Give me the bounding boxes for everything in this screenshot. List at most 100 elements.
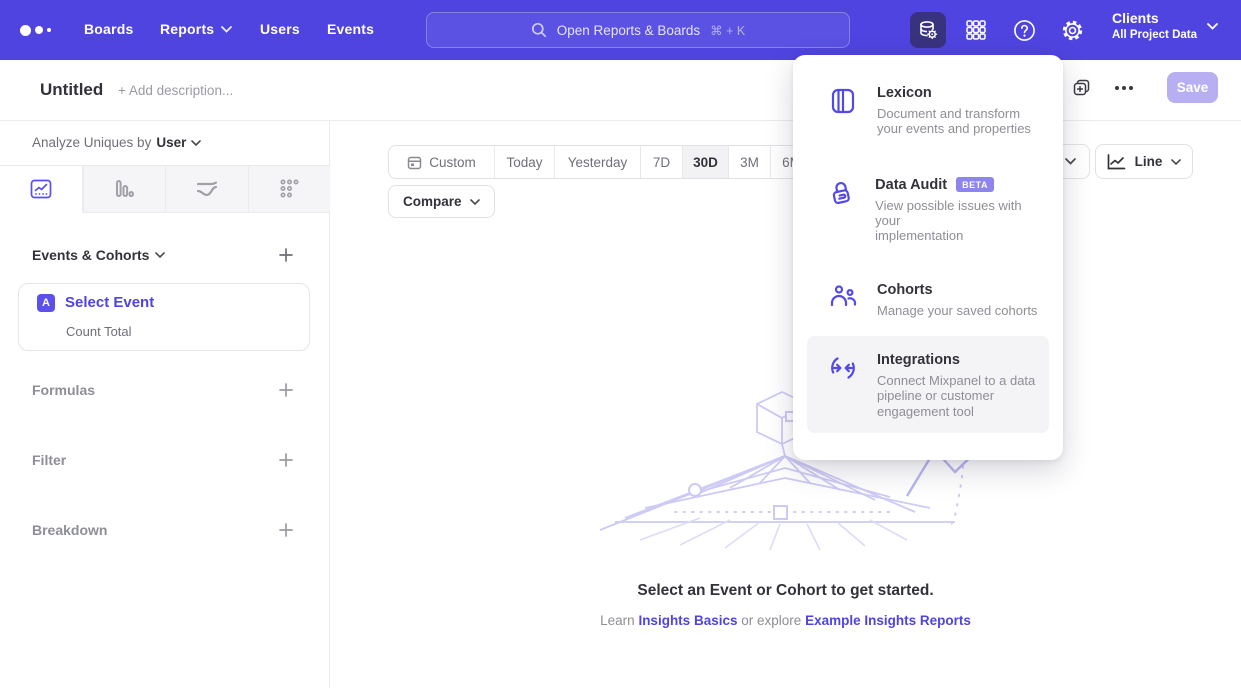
data-management-icon [917, 19, 939, 41]
nav-item-events[interactable]: Events [327, 21, 374, 37]
save-button[interactable]: Save [1167, 72, 1218, 103]
analyze-uniques-row: Analyze Uniques by User [32, 135, 201, 150]
date-range-label: 30D [693, 155, 718, 170]
nav-label: Reports [160, 21, 214, 37]
nav-label: Boards [84, 21, 133, 37]
date-range-7d[interactable]: 7D [640, 146, 682, 178]
event-letter-badge: A [37, 294, 55, 312]
settings-gear-icon [1061, 19, 1084, 42]
date-range-today[interactable]: Today [494, 146, 554, 178]
more-ellipsis-icon [1114, 85, 1134, 91]
query-sidebar: Analyze Uniques by User [0, 121, 330, 688]
learn-prefix: Learn [600, 613, 635, 628]
menu-item-data-audit[interactable]: Data Audit BETA View possible issues wit… [807, 161, 1049, 258]
analyze-value-dropdown[interactable]: User [156, 135, 201, 150]
global-search-button[interactable]: Open Reports & Boards ⌘ + K [426, 12, 850, 48]
tab-insights-line[interactable] [0, 166, 83, 213]
bar-chart-icon [112, 177, 136, 201]
nav-item-reports[interactable]: Reports [160, 21, 232, 37]
menu-item-integrations[interactable]: Integrations Connect Mixpanel to a data … [807, 336, 1049, 433]
calendar-icon [407, 155, 422, 170]
add-filter-button[interactable] [276, 450, 296, 470]
chevron-down-icon [155, 252, 165, 258]
cohorts-people-icon [829, 282, 857, 318]
chevron-down-icon [470, 199, 480, 205]
tab-bar-chart[interactable] [83, 166, 166, 213]
add-icon [278, 382, 294, 398]
menu-item-title: Data Audit [875, 177, 947, 193]
compare-label: Compare [403, 194, 462, 209]
date-range-control: Custom Today Yesterday 7D 30D 3M 6M [388, 145, 813, 179]
nav-label: Events [327, 21, 374, 37]
menu-item-description: Document and transform your events and p… [877, 106, 1031, 137]
compare-button[interactable]: Compare [388, 185, 495, 218]
insights-basics-link[interactable]: Insights Basics [638, 613, 737, 628]
date-range-label: Today [506, 155, 542, 170]
settings-button[interactable] [1054, 12, 1090, 48]
nav-item-users[interactable]: Users [260, 21, 300, 37]
app-grid-button[interactable] [958, 12, 994, 48]
chart-type-button[interactable]: Line [1095, 144, 1193, 179]
date-range-3m[interactable]: 3M [728, 146, 770, 178]
search-placeholder: Open Reports & Boards [557, 23, 700, 38]
data-management-dropdown: Lexicon Document and transform your even… [793, 55, 1063, 460]
breakdown-section-label: Breakdown [32, 522, 107, 538]
date-range-label: 3M [740, 155, 759, 170]
menu-item-description: Connect Mixpanel to a data pipeline or c… [877, 373, 1035, 419]
menu-item-title: Integrations [877, 352, 960, 368]
date-range-label: 7D [653, 155, 670, 170]
search-shortcut: ⌘ + K [710, 23, 745, 38]
project-picker[interactable]: Clients All Project Data [1112, 10, 1218, 42]
add-icon [278, 247, 294, 263]
menu-item-description: View possible issues with your implement… [875, 198, 1039, 244]
metrics-grid-icon [277, 177, 301, 201]
more-menu-button[interactable] [1110, 74, 1138, 102]
app-grid-icon [965, 19, 987, 41]
events-cohorts-label: Events & Cohorts [32, 247, 149, 263]
date-range-custom[interactable]: Custom [389, 146, 494, 178]
empty-state-title: Select an Event or Cohort to get started… [330, 582, 1241, 600]
menu-item-description: Manage your saved cohorts [877, 303, 1037, 318]
date-range-30d-selected[interactable]: 30D [682, 146, 728, 178]
flows-icon [194, 177, 220, 201]
add-breakdown-button[interactable] [276, 520, 296, 540]
menu-item-title: Lexicon [877, 85, 932, 101]
chevron-down-icon [221, 26, 232, 33]
insights-line-chart-icon [29, 177, 53, 201]
add-event-button[interactable] [276, 245, 296, 265]
report-title[interactable]: Untitled [40, 80, 103, 100]
formulas-section-label: Formulas [32, 382, 95, 398]
date-range-label: Yesterday [568, 155, 628, 170]
chevron-down-icon [1171, 159, 1181, 165]
count-total-label[interactable]: Count Total [66, 324, 132, 339]
mixpanel-insights-page: Boards Reports Users Events Open Reports… [0, 0, 1241, 688]
help-icon [1013, 19, 1036, 42]
tab-flows[interactable] [165, 166, 248, 213]
select-event-card[interactable]: A Select Event Count Total [18, 283, 310, 351]
help-button[interactable] [1006, 12, 1042, 48]
data-management-button[interactable] [910, 12, 946, 48]
line-chart-icon [1107, 154, 1126, 170]
report-description-placeholder[interactable]: + Add description... [118, 83, 233, 98]
date-range-yesterday[interactable]: Yesterday [554, 146, 640, 178]
project-name: Clients [1112, 10, 1197, 28]
menu-item-cohorts[interactable]: Cohorts Manage your saved cohorts [807, 266, 1049, 332]
events-cohorts-header[interactable]: Events & Cohorts [32, 247, 165, 263]
chevron-down-icon [1207, 23, 1218, 30]
analyze-value: User [156, 135, 186, 150]
add-icon [278, 522, 294, 538]
filter-section-label: Filter [32, 452, 66, 468]
add-icon [278, 452, 294, 468]
select-event-label: Select Event [65, 294, 154, 311]
nav-label: Users [260, 21, 300, 37]
duplicate-icon [1072, 78, 1092, 98]
view-type-tabs [0, 165, 330, 213]
add-formula-button[interactable] [276, 380, 296, 400]
tab-metrics-grid[interactable] [248, 166, 331, 213]
example-reports-link[interactable]: Example Insights Reports [805, 613, 971, 628]
menu-item-lexicon[interactable]: Lexicon Document and transform your even… [807, 69, 1049, 151]
nav-item-boards[interactable]: Boards [84, 21, 133, 37]
duplicate-button[interactable] [1068, 74, 1096, 102]
menu-item-title: Cohorts [877, 282, 933, 298]
mixpanel-logo-icon[interactable] [20, 0, 51, 60]
